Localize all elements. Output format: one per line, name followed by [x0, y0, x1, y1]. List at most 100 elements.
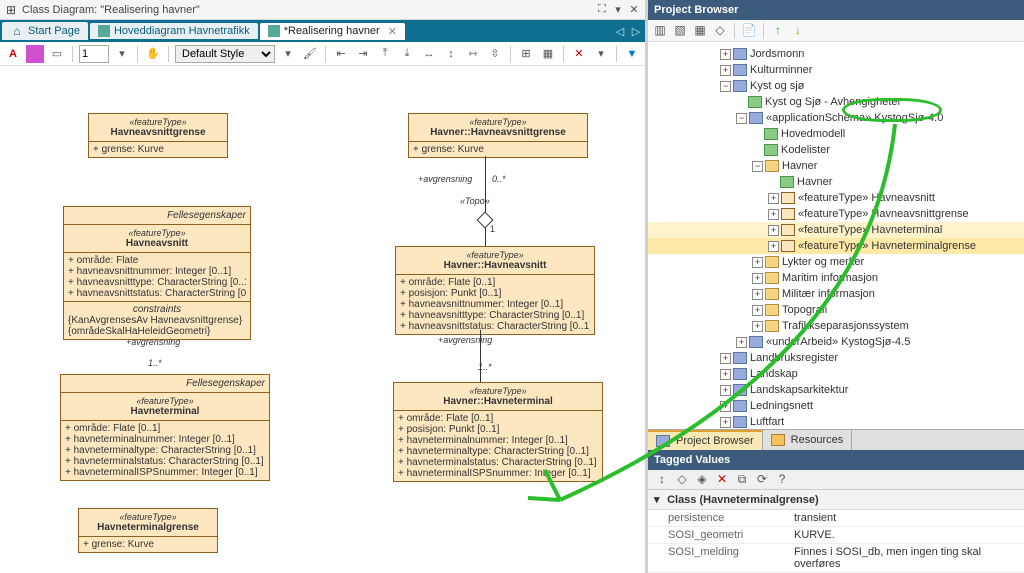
expander-icon[interactable]: +	[720, 417, 731, 428]
tree-node-avhengigheter[interactable]: Kyst og Sjø - Avhengigheter	[648, 94, 1024, 110]
full-screen-icon[interactable]: ⛶	[595, 3, 609, 17]
class-havner-havneavsnitt[interactable]: «featureType»Havner::Havneavsnitt + områ…	[395, 246, 595, 335]
layout-icon[interactable]: ⊞	[517, 45, 535, 63]
align-left-icon[interactable]: ⇤	[332, 45, 350, 63]
tab-hoveddiagram[interactable]: Hoveddiagram Havnetrafikk	[90, 23, 258, 39]
tree-node-maritim[interactable]: +Maritim informasjon	[648, 270, 1024, 286]
new-elem-icon[interactable]: ◇	[712, 23, 728, 39]
expander-icon[interactable]: +	[720, 49, 731, 60]
brush-icon[interactable]: 🖌	[301, 45, 319, 63]
class-havner-havneterminal[interactable]: «featureType»Havner::Havneterminal + omr…	[393, 382, 603, 482]
tag-row-geometri[interactable]: SOSI_geometriKURVE.	[648, 527, 1024, 544]
grid-icon[interactable]: ▦	[539, 45, 557, 63]
tab-realisering-havner[interactable]: *Realisering havner ✕	[260, 23, 405, 40]
lock-icon[interactable]: ▾	[592, 45, 610, 63]
tab-prev-icon[interactable]: ◁	[613, 25, 627, 38]
expander-icon[interactable]: +	[752, 321, 763, 332]
same-height-icon[interactable]: ↕	[442, 45, 460, 63]
tree-node-ft-havneavsnittgrense[interactable]: +«featureType» Havneavsnittgrense	[648, 206, 1024, 222]
expander-icon[interactable]: +	[736, 337, 747, 348]
expander-icon[interactable]: +	[752, 257, 763, 268]
new-pkg-icon[interactable]: ▧	[672, 23, 688, 39]
tree-node-kyst-og-sjo[interactable]: −Kyst og sjø	[648, 78, 1024, 94]
tree-node-ft-havneterminal[interactable]: +«featureType» Havneterminal	[648, 222, 1024, 238]
tree-node-landbruk[interactable]: +Landbruksregister	[648, 350, 1024, 366]
tab-next-icon[interactable]: ▷	[629, 25, 643, 38]
tree-node-havner-diag[interactable]: Havner	[648, 174, 1024, 190]
up-icon[interactable]: ↑	[770, 23, 786, 39]
edit-icon[interactable]: ◈	[694, 472, 710, 488]
tab-project-browser[interactable]: Project Browser	[648, 430, 763, 450]
tree-node-trafikk[interactable]: +Trafikkseparasjonssystem	[648, 318, 1024, 334]
expander-icon[interactable]: −	[720, 81, 731, 92]
tree-node-topografi[interactable]: +Topografi	[648, 302, 1024, 318]
tree-node-havner-pkg[interactable]: −Havner	[648, 158, 1024, 174]
hand-icon[interactable]: ✋	[144, 45, 162, 63]
new-diag-icon[interactable]: ▦	[692, 23, 708, 39]
align-right-icon[interactable]: ⇥	[354, 45, 372, 63]
close-icon[interactable]: ✕	[627, 3, 641, 17]
tree-node-kulturminner[interactable]: +Kulturminner	[648, 62, 1024, 78]
class-havneterminal[interactable]: Fellesegenskaper «featureType»Havnetermi…	[60, 374, 270, 481]
expander-icon[interactable]: +	[720, 385, 731, 396]
tree-node-luftfart[interactable]: +Luftfart	[648, 414, 1024, 429]
tree-node-ft-havneavsnitt[interactable]: +«featureType» Havneavsnitt	[648, 190, 1024, 206]
expander-icon[interactable]: −	[752, 161, 763, 172]
zoom-dropdown-icon[interactable]: ▾	[113, 45, 131, 63]
tree-node-landskapark[interactable]: +Landskapsarkitektur	[648, 382, 1024, 398]
tree-node-lykter[interactable]: +Lykter og merker	[648, 254, 1024, 270]
tree-node-hovedmodell[interactable]: Hovedmodell	[648, 126, 1024, 142]
add-icon[interactable]: ◇	[674, 472, 690, 488]
delete-icon[interactable]: ✕	[714, 472, 730, 488]
style-select[interactable]: Default Style	[175, 45, 275, 63]
project-tree[interactable]: +Jordsmonn +Kulturminner −Kyst og sjø Ky…	[648, 42, 1024, 429]
zoom-input[interactable]	[79, 45, 109, 63]
dropdown-icon[interactable]: ▾	[611, 3, 625, 17]
copy-icon[interactable]: ⧉	[734, 472, 750, 488]
align-top-icon[interactable]: ⤒	[376, 45, 394, 63]
space-v-icon[interactable]: ⇳	[486, 45, 504, 63]
expander-icon[interactable]: +	[768, 209, 779, 220]
expander-icon[interactable]: +	[720, 353, 731, 364]
expander-icon[interactable]: +	[752, 273, 763, 284]
tree-node-militaer[interactable]: +Militær informasjon	[648, 286, 1024, 302]
class-havneavsnittgrense[interactable]: «featureType»Havneavsnittgrense + grense…	[88, 113, 228, 158]
class-havneterminalgrense[interactable]: «featureType»Havneterminalgrense + grens…	[78, 508, 218, 553]
class-havneavsnitt[interactable]: Fellesegenskaper «featureType»Havneavsni…	[63, 206, 251, 340]
tree-node-ledningsnett[interactable]: +Ledningsnett	[648, 398, 1024, 414]
expander-icon[interactable]: +	[720, 401, 731, 412]
tree-node-underarbeid[interactable]: +«underArbeid» KystogSjø-4.5	[648, 334, 1024, 350]
tab-close-icon[interactable]: ✕	[388, 25, 397, 38]
tree-node-landskap[interactable]: +Landskap	[648, 366, 1024, 382]
diagram-canvas[interactable]: «featureType»Havneavsnittgrense + grense…	[0, 66, 645, 573]
tab-start-page[interactable]: ⌂ Start Page	[2, 22, 88, 40]
fill-color-icon[interactable]	[26, 45, 44, 63]
expander-icon[interactable]: +	[720, 65, 731, 76]
align-bottom-icon[interactable]: ⤓	[398, 45, 416, 63]
line-color-icon[interactable]: ▭	[48, 45, 66, 63]
space-h-icon[interactable]: ⇿	[464, 45, 482, 63]
doc-icon[interactable]: 📄	[741, 23, 757, 39]
text-color-icon[interactable]: A	[4, 45, 22, 63]
expander-icon[interactable]: +	[720, 369, 731, 380]
class-havner-havneavsnittgrense[interactable]: «featureType»Havner::Havneavsnittgrense …	[408, 113, 588, 158]
tagged-values-category[interactable]: ▾ Class (Havneterminalgrense)	[648, 490, 1024, 510]
tab-resources[interactable]: Resources	[763, 430, 853, 450]
delete-icon[interactable]: ✕	[570, 45, 588, 63]
new-icon[interactable]: ▥	[652, 23, 668, 39]
expander-icon[interactable]: +	[752, 289, 763, 300]
apply-style-icon[interactable]: ▾	[279, 45, 297, 63]
help-icon[interactable]: ?	[774, 472, 790, 488]
expander-icon[interactable]: +	[768, 241, 779, 252]
same-width-icon[interactable]: ↔	[420, 45, 438, 63]
expander-icon[interactable]: +	[752, 305, 763, 316]
tag-row-persistence[interactable]: persistencetransient	[648, 510, 1024, 527]
sort-icon[interactable]: ↕	[654, 472, 670, 488]
tree-node-ft-havneterminalgrense[interactable]: +«featureType» Havneterminalgrense	[648, 238, 1024, 254]
down-icon[interactable]: ↓	[790, 23, 806, 39]
sync-icon[interactable]: ⟳	[754, 472, 770, 488]
tree-node-kodelister[interactable]: Kodelister	[648, 142, 1024, 158]
expander-icon[interactable]: −	[736, 113, 747, 124]
expander-icon[interactable]: +	[768, 193, 779, 204]
expander-icon[interactable]: +	[768, 225, 779, 236]
